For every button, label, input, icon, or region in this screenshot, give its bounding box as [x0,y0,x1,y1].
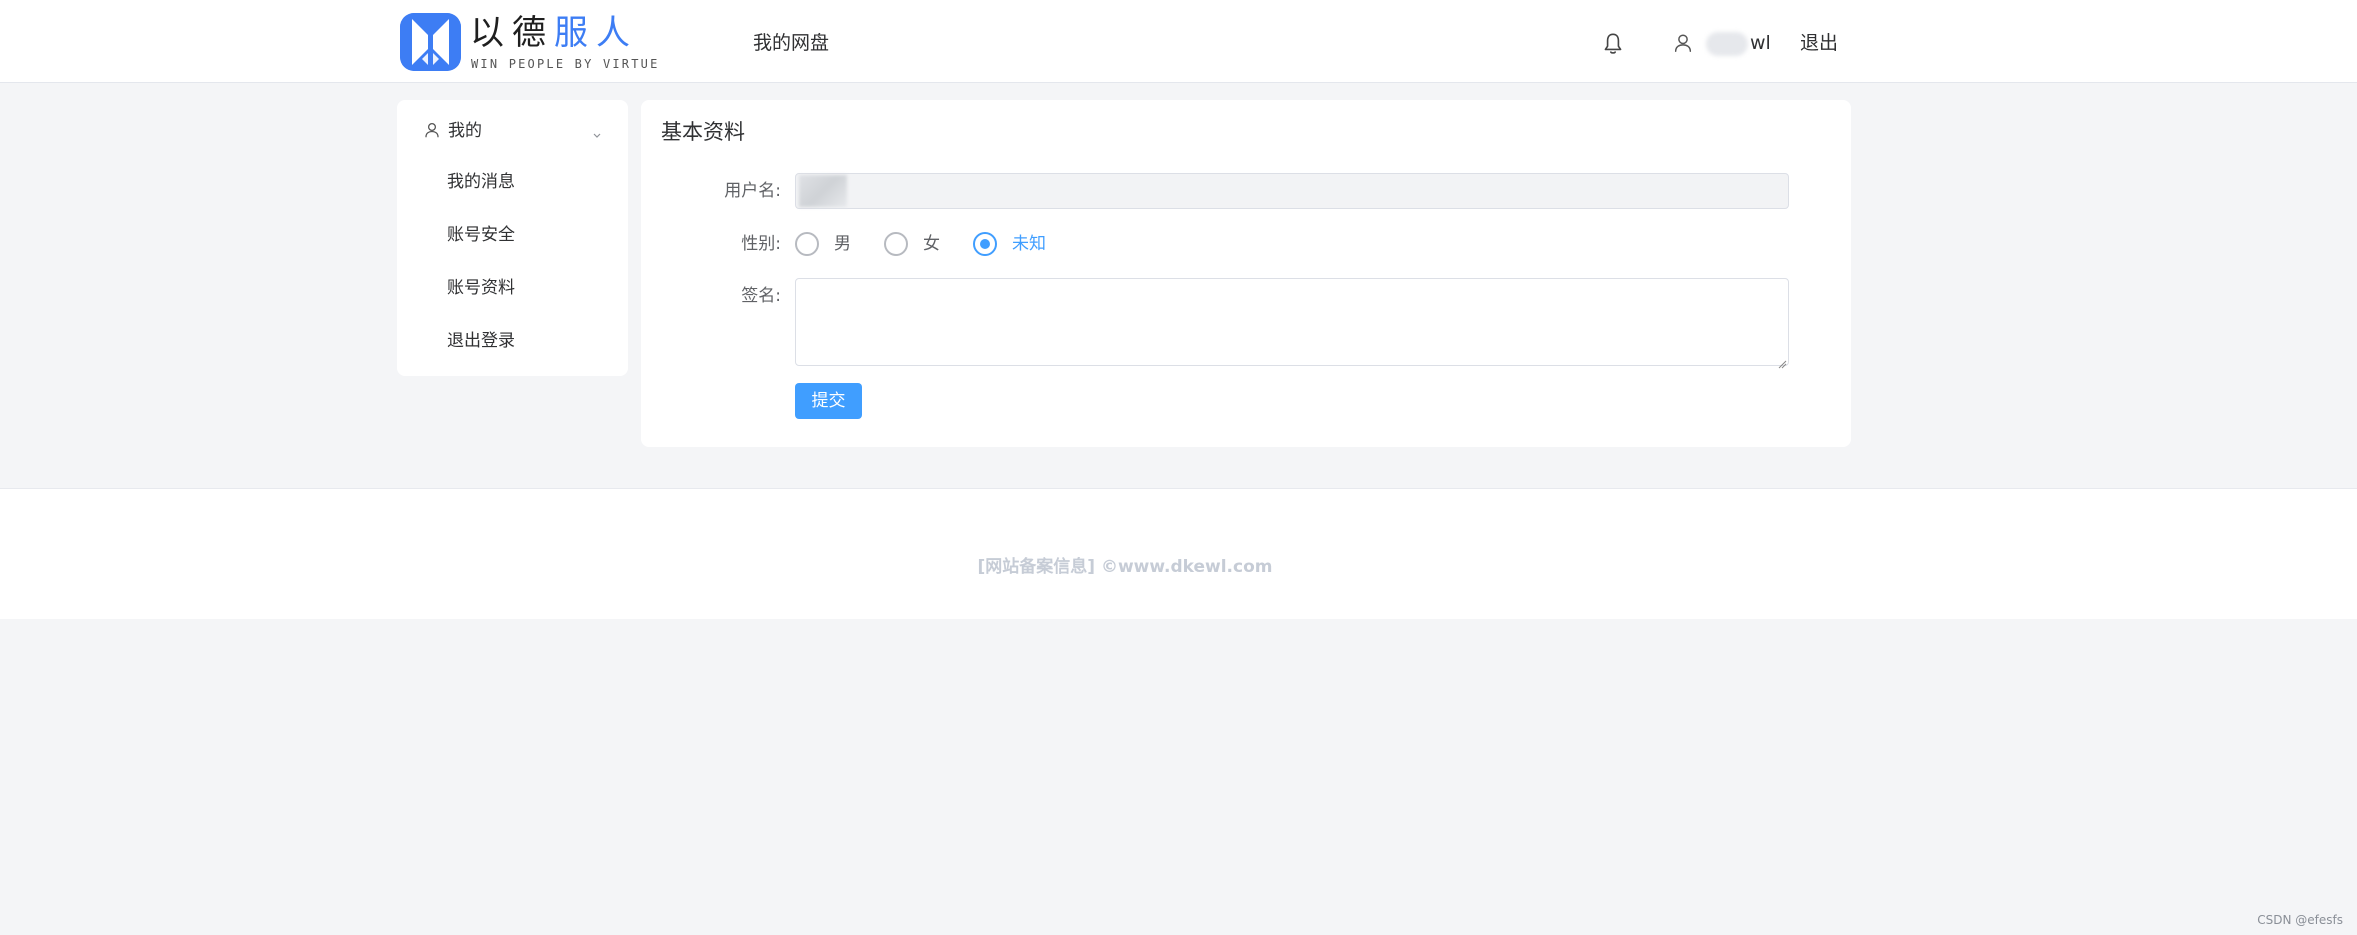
gender-option-label: 男 [834,234,851,254]
page-footer: [网站备案信息] ©www.dkewl.com [0,488,2357,619]
username-field[interactable] [795,173,1789,209]
radio-circle [884,232,908,256]
logo-title-part1: 以德 [470,13,554,53]
sidebar-item-account-profile[interactable]: 账号资料 [447,276,515,300]
user-icon [423,121,441,139]
signature-label: 签名: [741,286,781,306]
sidebar-item-sign-out[interactable]: 退出登录 [447,329,515,353]
username-label: 用户名: [724,181,781,201]
username-redaction [799,175,847,207]
logo-mark-icon [400,13,461,71]
radio-circle-selected [973,232,997,256]
username-redaction [1706,31,1748,56]
resize-grip-icon[interactable] [1777,354,1787,369]
user-icon[interactable] [1672,32,1694,54]
logo-subtitle: WIN PEOPLE BY VIRTUE [471,57,660,71]
sidebar-item-messages[interactable]: 我的消息 [447,170,515,194]
site-logo[interactable]: 以德服人 WIN PEOPLE BY VIRTUE [400,13,660,73]
gender-label: 性别: [741,234,781,254]
sidebar-group-label: 我的 [448,121,482,141]
sidebar-item-account-security[interactable]: 账号安全 [447,223,515,247]
bell-icon[interactable] [1600,31,1626,57]
submit-button[interactable]: 提交 [795,383,862,419]
sidebar-group-mine[interactable]: 我的 [423,119,603,143]
logout-link[interactable]: 退出 [1800,30,1838,56]
signature-textarea[interactable] [795,278,1789,366]
gender-option-label: 未知 [1012,234,1046,254]
nav-my-disk[interactable]: 我的网盘 [753,30,829,56]
logo-title-part2: 服人 [554,13,638,53]
header-username[interactable]: wl [1706,30,1771,56]
logo-title: 以德服人 [470,13,638,53]
sidebar: 我的 我的消息 账号安全 账号资料 退出登录 [397,100,628,376]
gender-option-label: 女 [923,234,940,254]
watermark: CSDN @efesfs [2257,913,2343,927]
chevron-down-icon [591,124,603,138]
radio-circle [795,232,819,256]
footer-record-info[interactable]: [网站备案信息] ©www.dkewl.com [0,555,2250,579]
page-title: 基本资料 [661,120,745,144]
top-header: 以德服人 WIN PEOPLE BY VIRTUE 我的网盘 wl 退出 [0,0,2357,83]
profile-card: 基本资料 用户名: 性别: 男 女 未知 签名: 提交 [641,100,1851,447]
username-text: wl [1750,32,1771,54]
